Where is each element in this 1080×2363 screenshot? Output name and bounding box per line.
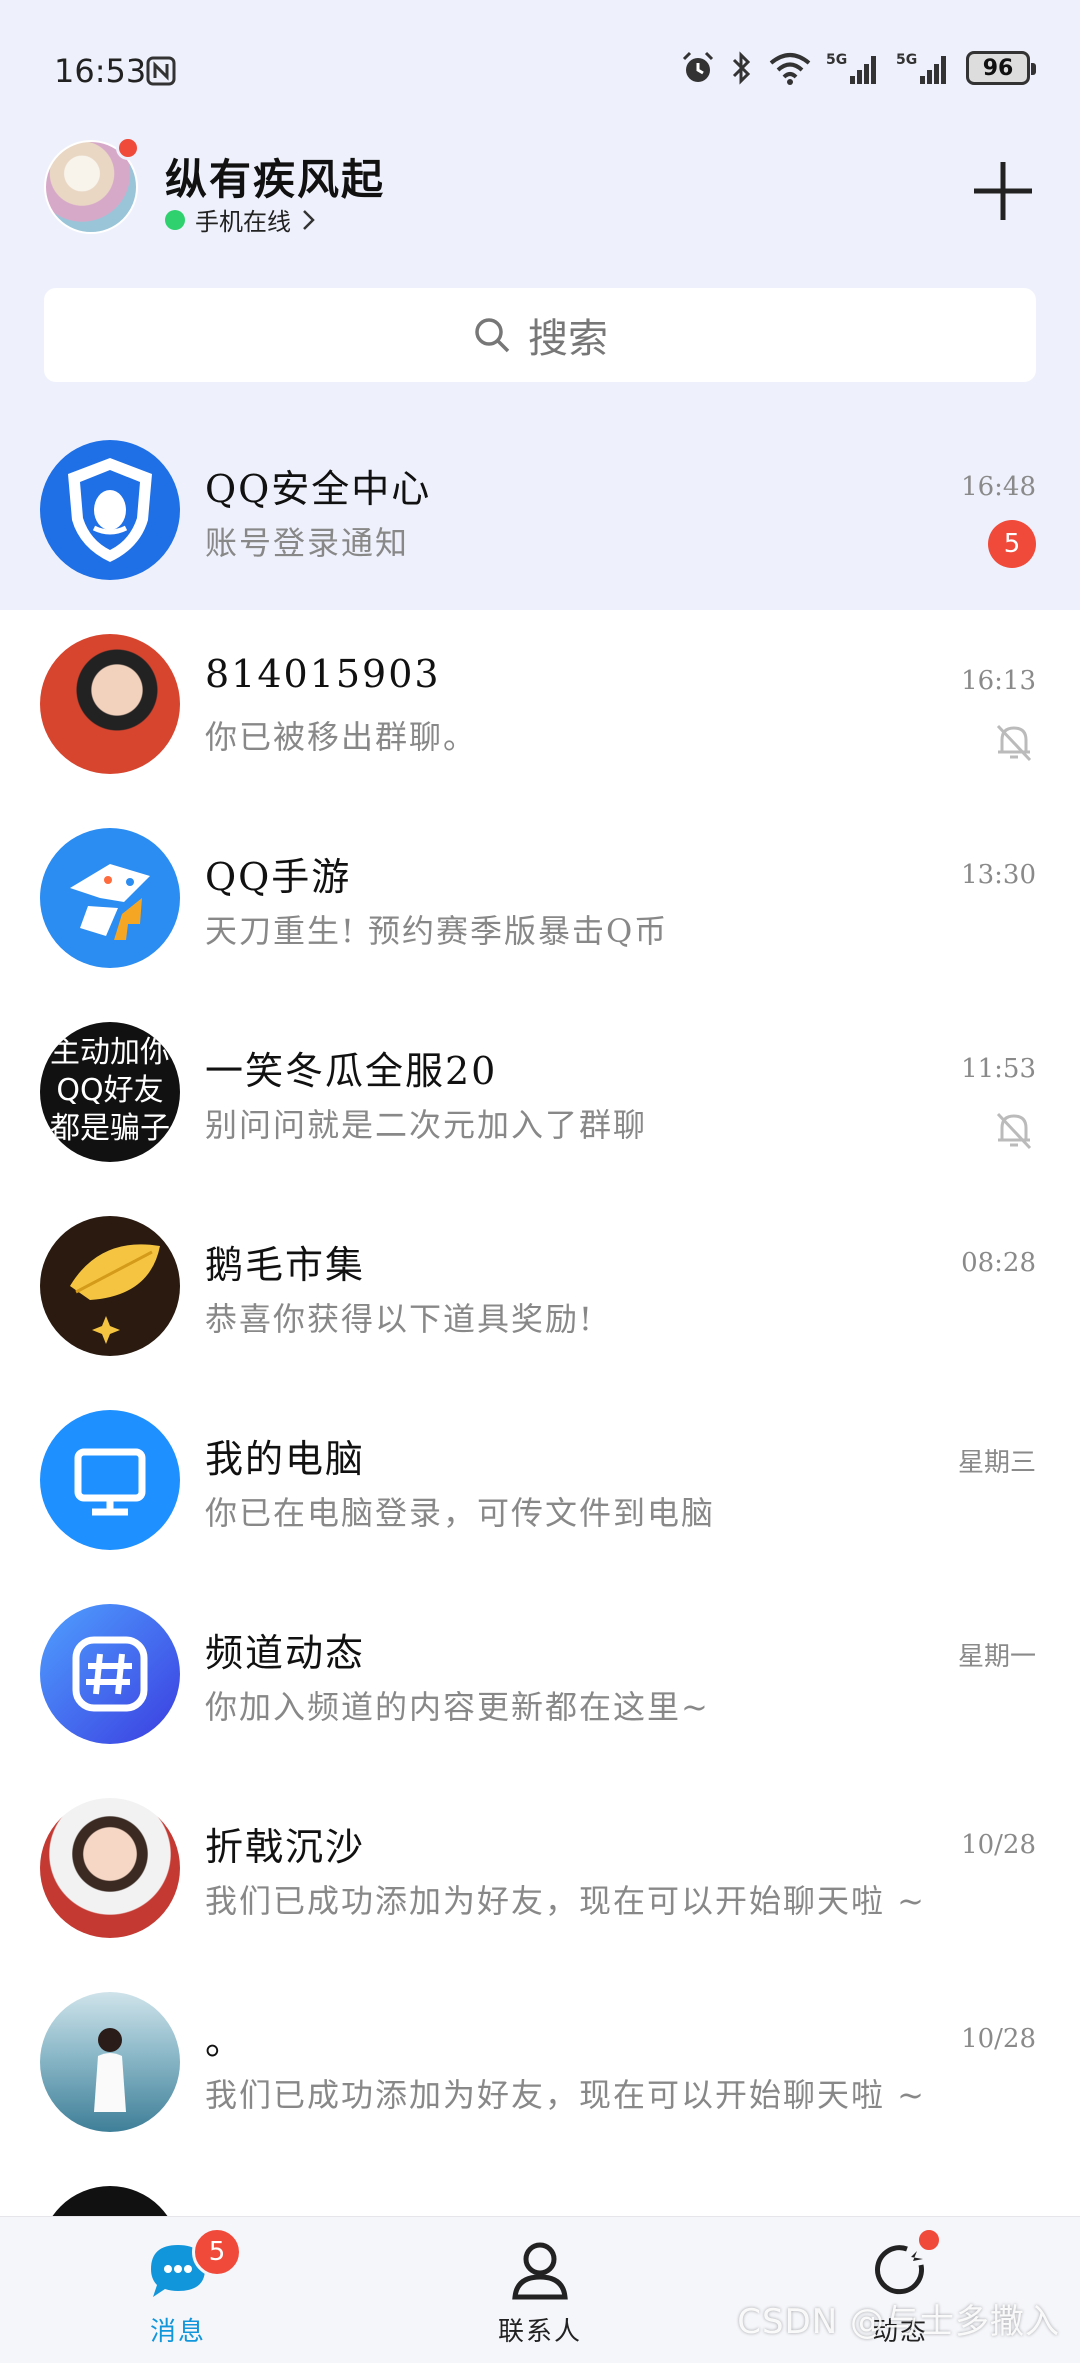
avatar-notification-dot	[116, 136, 140, 160]
conversation-name: 。	[205, 2019, 246, 2063]
mute-bell-icon	[996, 1112, 1032, 1150]
conversation-name: QQ安全中心	[205, 467, 432, 511]
conversation-preview: 我们已成功添加为好友，现在可以开始聊天啦 ~	[205, 1882, 926, 1920]
status-time: 16:53	[54, 52, 147, 90]
avatar	[40, 2186, 180, 2216]
conversation-preview: 账号登录通知	[205, 524, 410, 562]
shield-penguin-icon	[68, 458, 152, 562]
alarm-icon	[682, 51, 714, 82]
conversation-preview: 你加入频道的内容更新都在这里~	[205, 1688, 710, 1726]
conversation-time: 16:48	[961, 472, 1036, 502]
battery-icon: 96	[966, 51, 1036, 85]
conversation-item[interactable]	[0, 2162, 1080, 2216]
avatar	[40, 828, 180, 968]
avatar	[40, 1798, 180, 1938]
tab-contacts[interactable]: 联系人	[440, 2217, 640, 2363]
watermark: CSDN @与士多撒入	[737, 2302, 1060, 2342]
mute-bell-icon	[996, 724, 1032, 762]
conversation-name: 一笑冬瓜全服20	[205, 1049, 498, 1093]
battery-level: 96	[982, 55, 1014, 81]
avatar	[40, 440, 180, 580]
avatar-text-line: 都是骗子	[50, 1111, 170, 1146]
avatar-text-line: QQ好友	[56, 1073, 164, 1108]
conversation-name: QQ手游	[205, 855, 352, 899]
conversation-time: 11:53	[961, 1054, 1036, 1084]
search-placeholder: 搜索	[528, 316, 608, 362]
unread-badge: 5	[988, 520, 1036, 568]
conversation-preview: 你已被移出群聊。	[205, 718, 478, 756]
person-photo-icon	[94, 2028, 126, 2112]
feather-icon	[70, 1244, 160, 1344]
conversation-item[interactable]: QQ手游 天刀重生! 预约赛季版暴击Q币 13:30	[0, 804, 1080, 998]
bottom-nav: 5 消息 联系人 动态 CSDN @与士多撒入	[0, 2216, 1080, 2363]
conversation-preview: 我们已成功添加为好友，现在可以开始聊天啦 ~	[205, 2076, 926, 2114]
conversation-time: 16:13	[961, 666, 1036, 696]
search-icon	[475, 318, 510, 353]
username[interactable]: 纵有疾风起	[165, 146, 385, 207]
wifi-icon	[769, 53, 811, 85]
signal-5g-icon: 5G	[826, 52, 876, 84]
avatar	[40, 1604, 180, 1744]
online-dot-icon	[165, 209, 185, 230]
messages-badge: 5	[192, 2227, 242, 2277]
conversation-time: 10/28	[961, 1830, 1036, 1860]
avatar	[40, 1216, 180, 1356]
game-cards-icon	[70, 864, 150, 940]
signal-5g-icon: 5G	[896, 52, 946, 84]
conversation-preview: 你已在电脑登录，可传文件到电脑	[205, 1494, 716, 1532]
bluetooth-icon	[732, 51, 751, 85]
search-input[interactable]: 搜索	[44, 288, 1036, 382]
conversation-item[interactable]: 折戟沉沙 我们已成功添加为好友，现在可以开始聊天啦 ~ 10/28	[0, 1774, 1080, 1968]
online-status-label: 手机在线	[195, 208, 291, 236]
avatar-text-line: 主动加你	[50, 1035, 170, 1070]
conversation-item[interactable]: 主动加你 QQ好友 都是骗子 一笑冬瓜全服20 别问问就是二次元加入了群聊 11…	[0, 998, 1080, 1192]
tab-messages-label: 消息	[149, 2317, 206, 2347]
avatar	[40, 1410, 180, 1550]
conversation-name: 折戟沉沙	[205, 1825, 366, 1869]
conversation-name: 鹅毛市集	[205, 1243, 366, 1287]
tab-contacts-label: 联系人	[497, 2317, 582, 2347]
channel-hash-icon	[72, 1636, 148, 1712]
online-status[interactable]: 手机在线	[165, 202, 317, 237]
moments-notification-dot	[916, 2227, 942, 2253]
avatar	[40, 1992, 180, 2132]
status-icons: 5G 5G 96	[680, 50, 1036, 86]
chevron-right-icon	[303, 209, 315, 230]
conversation-time: 13:30	[961, 860, 1036, 890]
conversation-preview: 恭喜你获得以下道具奖励!	[205, 1300, 594, 1338]
avatar	[40, 634, 180, 774]
conversation-time: 星期一	[957, 1642, 1036, 1672]
conversation-name: 我的电脑	[205, 1437, 366, 1481]
conversation-item[interactable]: 鹅毛市集 恭喜你获得以下道具奖励! 08:28	[0, 1192, 1080, 1386]
avatar: 主动加你 QQ好友 都是骗子	[40, 1022, 180, 1162]
conversation-item[interactable]: 频道动态 你加入频道的内容更新都在这里~ 星期一	[0, 1580, 1080, 1774]
conversation-item[interactable]: 。 我们已成功添加为好友，现在可以开始聊天啦 ~ 10/28	[0, 1968, 1080, 2162]
conversation-time: 星期三	[957, 1448, 1036, 1478]
conversation-name: 频道动态	[205, 1631, 366, 1675]
plus-icon[interactable]	[970, 158, 1036, 224]
conversation-preview: 别问问就是二次元加入了群聊	[205, 1106, 648, 1144]
conversation-item[interactable]: QQ安全中心 账号登录通知 16:48 5	[0, 416, 1080, 610]
svg-text:5G: 5G	[896, 52, 917, 68]
conversation-item[interactable]: 我的电脑 你已在电脑登录，可传文件到电脑 星期三	[0, 1386, 1080, 1580]
nfc-icon	[146, 56, 176, 86]
conversation-time: 10/28	[961, 2024, 1036, 2054]
status-bar: 16:53 5G 5G 96	[0, 0, 1080, 140]
svg-text:5G: 5G	[826, 52, 847, 68]
conversation-item[interactable]: 814015903 你已被移出群聊。 16:13	[0, 610, 1080, 804]
person-icon	[512, 2242, 568, 2300]
conversation-preview: 天刀重生! 预约赛季版暴击Q币	[205, 912, 669, 950]
conversation-time: 08:28	[961, 1248, 1036, 1278]
tab-messages[interactable]: 5 消息	[78, 2217, 278, 2363]
computer-icon	[74, 1448, 146, 1516]
conversation-name: 814015903	[205, 652, 441, 696]
